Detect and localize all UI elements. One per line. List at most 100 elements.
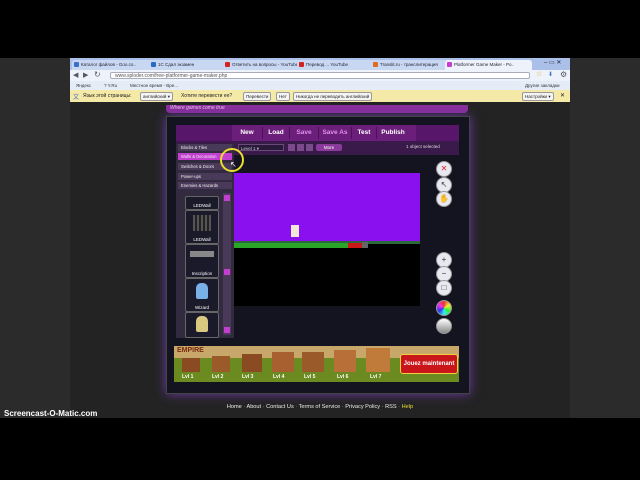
game-maker-toolbar: New Load Save Save As Test Publish [176, 125, 459, 141]
translate-icon: 文 [73, 95, 80, 101]
footer-link-terms[interactable]: Terms of Service [299, 404, 341, 410]
favicon-icon [151, 62, 156, 67]
palette-item-ledwall[interactable]: LEDWall [185, 196, 219, 210]
level-select[interactable]: Level 1 ▾ [238, 144, 284, 151]
navigation-bar: ◀ ▶ ↻ www.sploder.com/free-platformer-ga… [70, 70, 570, 81]
save-button[interactable]: Save [290, 125, 318, 141]
palette-item-ledwall[interactable]: LEDWall [185, 210, 219, 244]
palette-item-wizard[interactable]: Wizard [185, 278, 219, 312]
site-tagline: Where games come true [170, 105, 225, 111]
ad-level-label: Lvl 6 [337, 374, 349, 380]
building-graphic [242, 354, 262, 372]
category-power-ups[interactable]: Power-ups [178, 173, 232, 180]
building-graphic [212, 356, 230, 372]
footer-link-contact[interactable]: Contact Us [266, 404, 294, 410]
other-bookmarks[interactable]: Другие закладки [525, 81, 559, 90]
browser-tab[interactable]: Каталог файлов - Goo.co.. [72, 60, 156, 70]
footer-link-home[interactable]: Home [227, 404, 242, 410]
toolbar-left-space [176, 125, 232, 141]
youtube-icon [225, 62, 230, 67]
toolbar-right-space [416, 125, 459, 141]
footer-link-privacy[interactable]: Privacy Policy [345, 404, 380, 410]
bookmark-item[interactable]: Местное время - Вре... [130, 81, 178, 90]
palette-item[interactable] [185, 312, 219, 338]
save-as-button[interactable]: Save As [319, 125, 351, 141]
zoom-fit-icon[interactable]: □ [436, 280, 452, 296]
publish-button[interactable]: Publish [377, 125, 409, 141]
scroll-down-icon[interactable] [224, 327, 230, 333]
red-block[interactable] [348, 243, 362, 248]
recorder-watermark: Screencast-O-Matic.com [4, 409, 98, 418]
footer-link-about[interactable]: About [246, 404, 261, 410]
selection-status: 1 object selected [406, 144, 440, 149]
translate-button[interactable]: Перевести [243, 92, 272, 101]
ad-cta-button[interactable]: Jouez maintenant [400, 354, 458, 374]
close-icon[interactable]: ✕ [560, 92, 565, 99]
level-down-icon[interactable] [306, 144, 313, 151]
browser-tab[interactable]: Translit.ru - транслитерация [371, 60, 452, 70]
ad-level-label: Lvl 3 [242, 374, 254, 380]
no-button[interactable]: Нет [276, 92, 290, 101]
sky-background [234, 173, 420, 241]
favicon-icon [74, 62, 79, 67]
bookmark-item[interactable]: ? Y.Ru [104, 81, 117, 90]
youtube-icon [299, 62, 304, 67]
forward-icon[interactable]: ▶ [83, 71, 88, 79]
player-character[interactable] [291, 225, 299, 237]
category-enemies-hazards[interactable]: Enemies & Hazards [178, 182, 232, 189]
scroll-up-icon[interactable] [224, 195, 230, 201]
level-up-icon[interactable] [297, 144, 304, 151]
tool-column: ✕ ↖ ✋ + − □ [436, 160, 456, 340]
palette-scrollbar[interactable] [223, 193, 231, 335]
address-input[interactable]: www.sploder.com/free-platformer-game-mak… [110, 72, 530, 79]
footer-link-help[interactable]: Help [402, 404, 414, 410]
character-graphic [196, 316, 208, 332]
favicon-icon [447, 62, 452, 67]
window-controls[interactable]: – ▭ ✕ [544, 59, 561, 66]
ad-level-label: Lvl 7 [370, 374, 382, 380]
browser-tab-active[interactable]: Platformer Game Maker - Po.. [445, 60, 532, 70]
bookmark-item[interactable]: Яндекс [76, 81, 91, 90]
color-wheel-icon[interactable] [436, 300, 452, 316]
ledwall-graphic [193, 215, 211, 231]
browser-tab[interactable]: 1С Сдал экзамен [149, 60, 230, 70]
download-icon[interactable]: ⬇ [548, 71, 553, 78]
site-header: Where games come true [166, 105, 468, 113]
footer-link-rss[interactable]: RSS [385, 404, 397, 410]
grass-platform[interactable] [234, 243, 354, 248]
test-button[interactable]: Test [352, 125, 376, 141]
wizard-graphic [196, 283, 208, 299]
ad-level-label: Lvl 4 [273, 374, 285, 380]
tab-bar: Каталог файлов - Goo.co.. 1С Сдал экзаме… [70, 58, 570, 70]
browser-tab[interactable]: Ответить на вопросы - YouTube [223, 60, 304, 70]
ad-level-label: Lvl 1 [182, 374, 194, 380]
background-icon[interactable] [436, 318, 452, 334]
building-graphic [272, 352, 294, 372]
translate-settings-button[interactable]: Настройки ▾ [522, 92, 554, 101]
browser-tab[interactable]: Перевод ... YouTube [297, 60, 378, 70]
reload-icon[interactable]: ↻ [94, 70, 101, 79]
load-button[interactable]: Load [263, 125, 289, 141]
translate-question: Хотите перевести ее? [181, 93, 233, 99]
delete-icon[interactable]: ✕ [436, 161, 452, 177]
favicon-icon [373, 62, 378, 67]
scroll-thumb[interactable] [224, 269, 230, 275]
bookmarks-bar: Яндекс ? Y.Ru Местное время - Вре... Дру… [70, 81, 570, 90]
star-icon[interactable]: ☆ [536, 70, 542, 78]
more-button[interactable]: More [316, 144, 342, 151]
language-select[interactable]: английский ▾ [140, 92, 173, 101]
back-icon[interactable]: ◀ [73, 71, 78, 79]
never-translate-button[interactable]: Никогда не переводить английский [293, 92, 373, 101]
hand-icon[interactable]: ✋ [436, 191, 452, 207]
ad-banner[interactable]: EMPIRE Lvl 1 Lvl 2 Lvl 3 Lvl 4 Lvl 5 Lvl… [174, 346, 459, 382]
palette-item-inscription[interactable]: Inscription [185, 244, 219, 278]
translate-lang-label: Язык этой страницы: [83, 93, 132, 99]
ad-level-label: Lvl 2 [212, 374, 224, 380]
add-level-icon[interactable] [288, 144, 295, 151]
building-graphic [334, 350, 356, 372]
level-canvas[interactable] [234, 173, 420, 306]
new-button[interactable]: New [234, 125, 260, 141]
gray-block[interactable] [362, 242, 368, 248]
ad-brand: EMPIRE [177, 347, 204, 354]
wrench-icon[interactable]: ⚙ [560, 70, 567, 79]
